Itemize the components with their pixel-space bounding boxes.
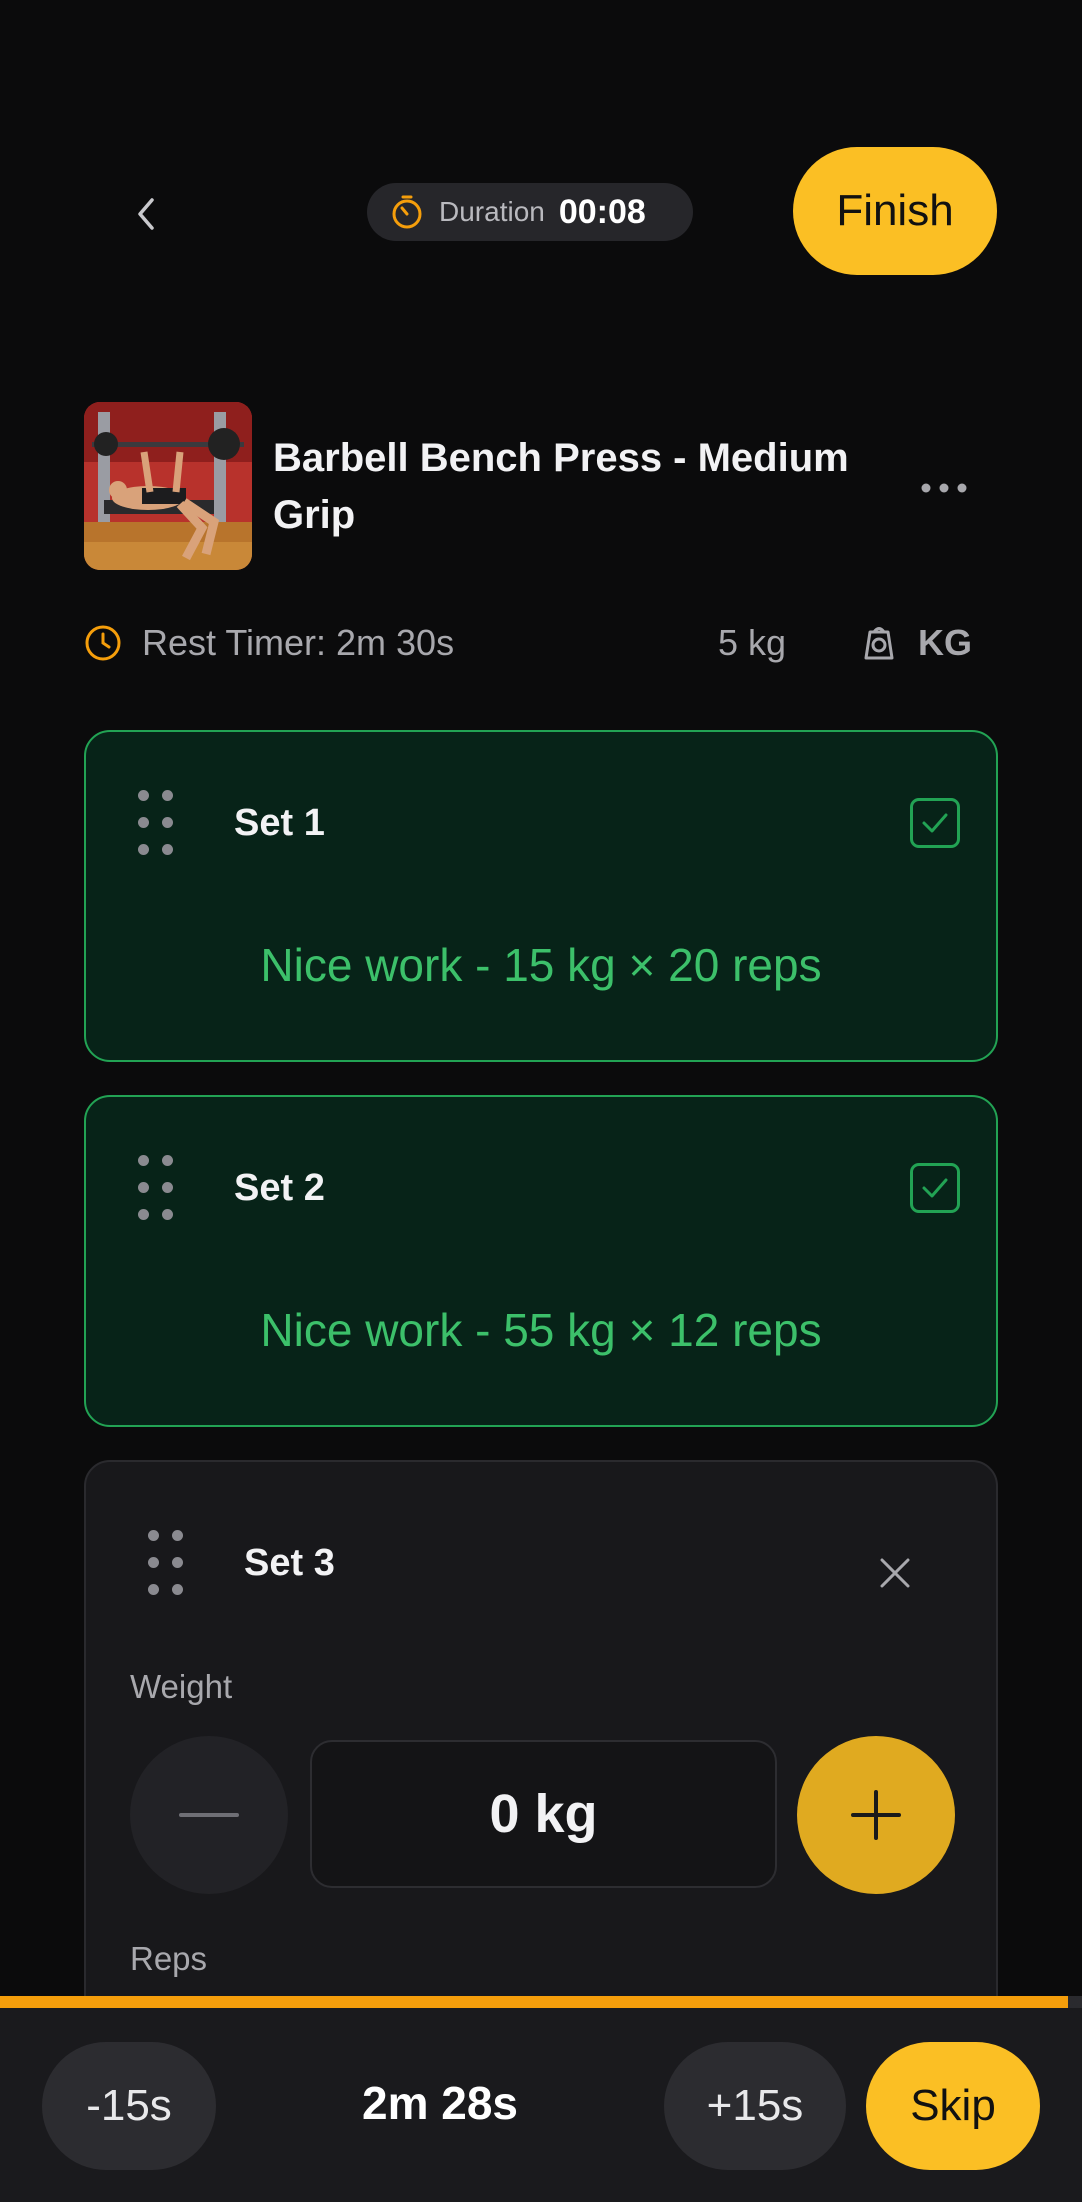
close-icon — [880, 1558, 910, 1588]
add-15s-button[interactable]: +15s — [664, 2042, 846, 2170]
rest-progress-track — [0, 1996, 1082, 2008]
back-button[interactable] — [118, 186, 174, 242]
drag-handle-icon[interactable] — [138, 1155, 174, 1221]
exercise-settings-row: Rest Timer: 2m 30s 5 kg KG — [84, 618, 998, 668]
minus-icon — [179, 1813, 239, 1817]
close-button[interactable] — [864, 1542, 926, 1604]
set-complete-checkbox[interactable] — [910, 798, 960, 848]
set-card-2: Set 2 Nice work - 55 kg × 12 reps — [84, 1095, 998, 1427]
set-card-1: Set 1 Nice work - 15 kg × 20 reps — [84, 730, 998, 1062]
exercise-thumbnail[interactable] — [84, 402, 252, 570]
finish-button[interactable]: Finish — [793, 147, 997, 275]
weight-increment-button[interactable] — [797, 1736, 955, 1894]
more-options-button[interactable] — [906, 466, 982, 510]
set-result: Nice work - 55 kg × 12 reps — [260, 1304, 822, 1356]
duration-value: 00:08 — [558, 192, 646, 231]
reps-label: Reps — [130, 1940, 208, 1977]
set-result: Nice work - 15 kg × 20 reps — [260, 939, 822, 991]
unit-toggle[interactable]: KG — [918, 622, 972, 664]
rest-timer-button[interactable]: Rest Timer: 2m 30s — [142, 622, 454, 664]
rest-time-remaining: 2m 28s — [361, 2077, 518, 2129]
weight-scale-icon — [864, 627, 894, 660]
stopwatch-icon — [392, 195, 422, 229]
plus-icon — [851, 1790, 901, 1840]
clock-icon — [85, 625, 121, 661]
set-label: Set 2 — [234, 1167, 325, 1209]
skip-rest-button[interactable]: Skip — [866, 2042, 1040, 2170]
weight-decrement-button[interactable] — [130, 1736, 288, 1894]
duration-label: Duration — [439, 196, 545, 227]
duration-badge: Duration 00:08 — [367, 183, 693, 241]
rest-timer-bar: -15s 2m 28s +15s Skip — [0, 1996, 1082, 2202]
subtract-15s-button[interactable]: -15s — [42, 2042, 216, 2170]
set-complete-checkbox[interactable] — [910, 1163, 960, 1213]
weight-increment[interactable]: 5 kg — [718, 622, 786, 664]
set-label: Set 1 — [234, 802, 325, 844]
drag-handle-icon[interactable] — [138, 790, 174, 856]
weight-input[interactable]: 0 kg — [310, 1740, 777, 1888]
rest-progress-fill — [0, 1996, 1068, 2008]
check-icon — [922, 1178, 948, 1198]
drag-handle-icon[interactable] — [148, 1530, 184, 1596]
check-icon — [922, 813, 948, 833]
exercise-title: Barbell Bench Press - Medium Grip — [273, 436, 849, 537]
chevron-left-icon — [138, 198, 154, 230]
set-label: Set 3 — [244, 1542, 335, 1584]
more-horizontal-icon — [921, 483, 967, 493]
weight-label: Weight — [130, 1668, 233, 1705]
